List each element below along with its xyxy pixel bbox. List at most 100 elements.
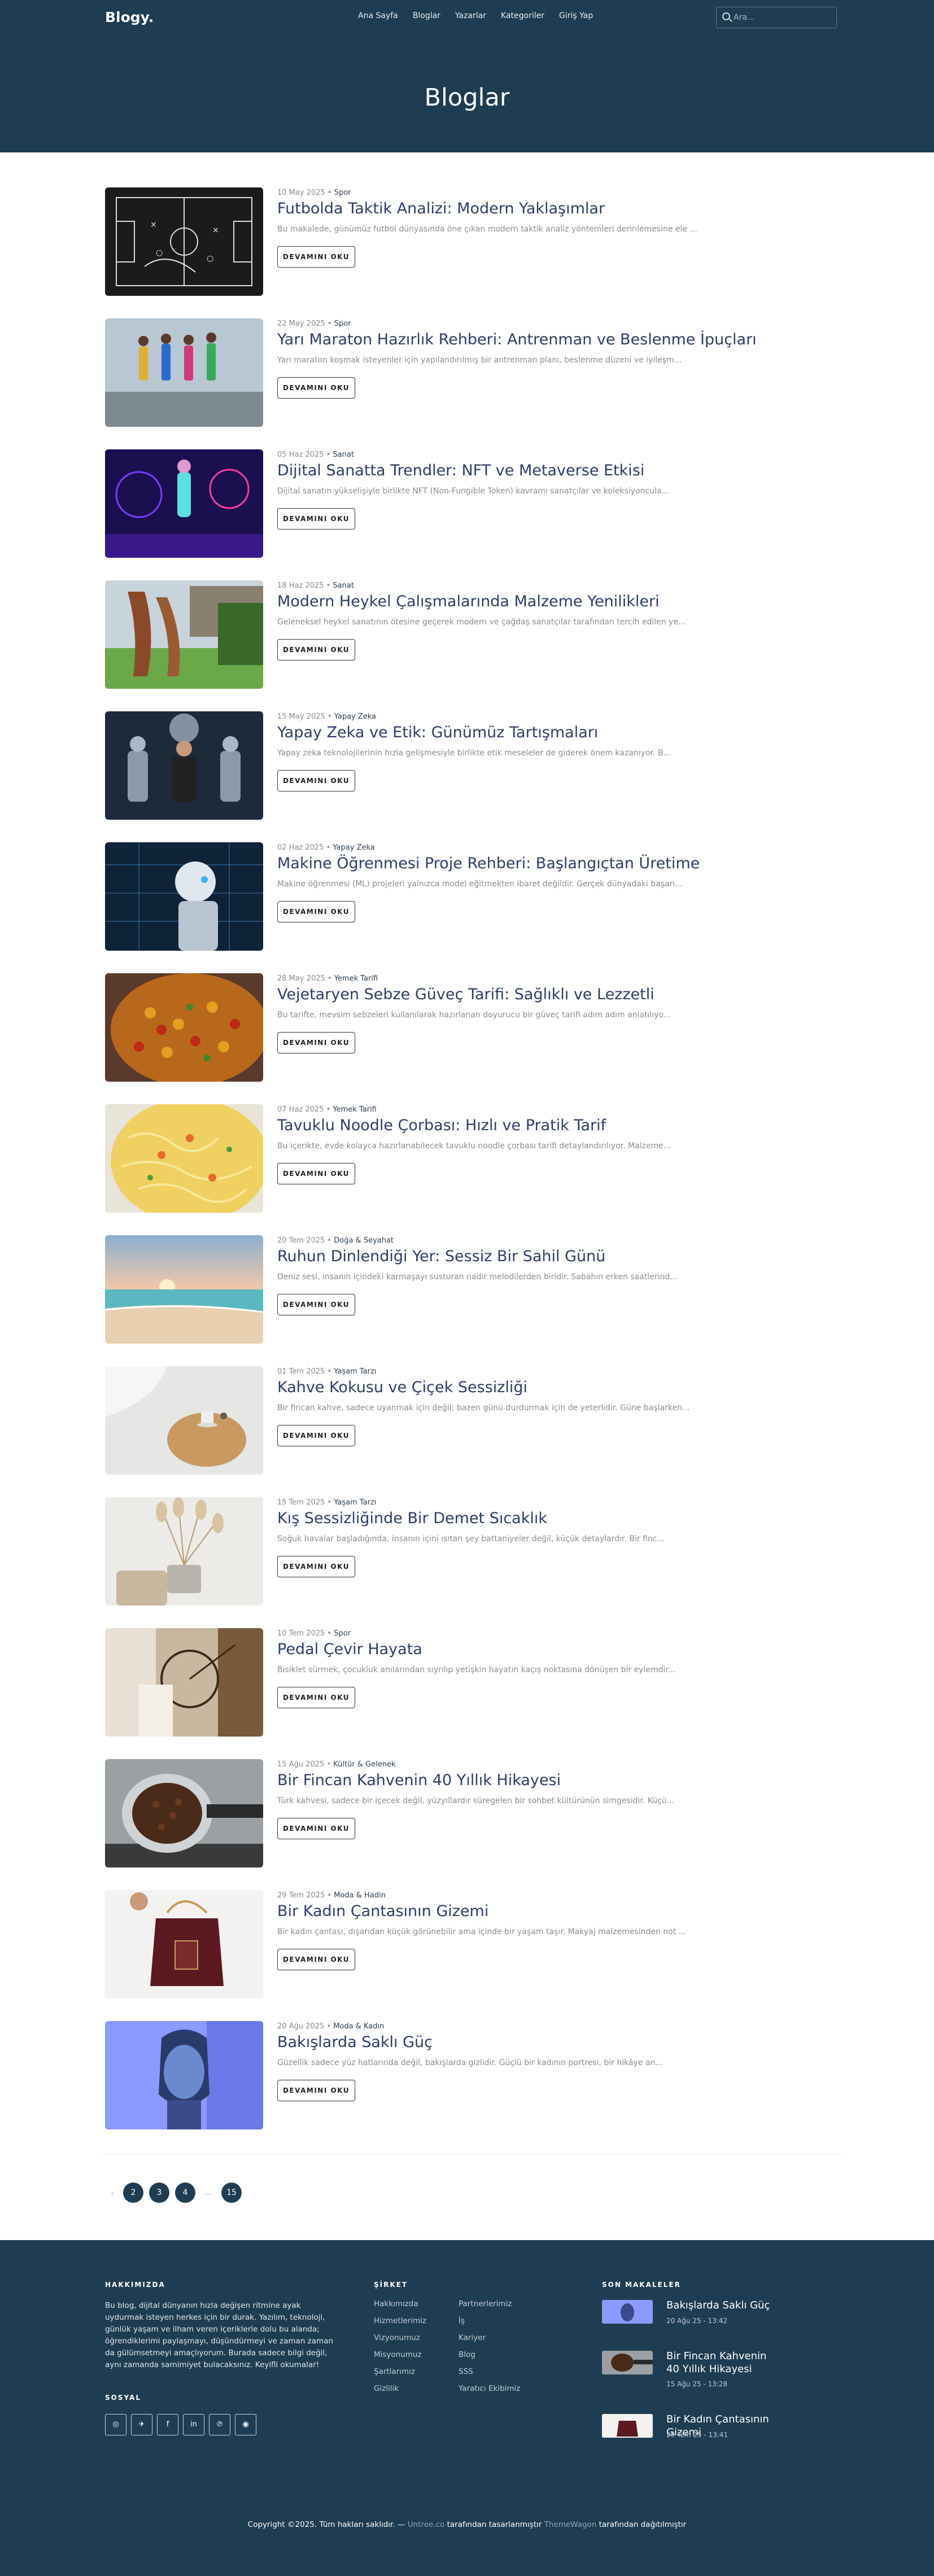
- post-title[interactable]: Tavuklu Noodle Çorbası: Hızlı ve Pratik …: [277, 1117, 606, 1134]
- post-category[interactable]: Sanat: [333, 581, 354, 590]
- read-more-button[interactable]: DEVAMINI OKU: [277, 1294, 355, 1315]
- pinterest-icon[interactable]: ℗: [209, 2414, 230, 2435]
- post-category[interactable]: Moda & Kadın: [333, 2022, 384, 2031]
- post-title[interactable]: Bakışlarda Saklı Güç: [277, 2033, 433, 2051]
- post-category[interactable]: Yemek Tarifi: [333, 1105, 376, 1114]
- recent-post-item[interactable]: Bir Fincan Kahvenin 40 Yıllık Hikayesi 1…: [602, 2350, 788, 2396]
- post-title[interactable]: Modern Heykel Çalışmalarında Malzeme Yen…: [277, 593, 660, 610]
- post-category[interactable]: Yemek Tarifi: [334, 974, 378, 983]
- footer-link[interactable]: Blog: [459, 2351, 520, 2359]
- footer-link[interactable]: Gizlilik: [374, 2385, 426, 2393]
- post-image[interactable]: [105, 1759, 263, 1868]
- post-category[interactable]: Kültür & Gelenek: [333, 1760, 395, 1769]
- untree-link[interactable]: Untree.co: [408, 2520, 445, 2529]
- post-image[interactable]: × ○ × ○: [105, 187, 263, 296]
- read-more-button[interactable]: DEVAMINI OKU: [277, 1949, 355, 1970]
- post-image[interactable]: [105, 1890, 263, 1998]
- post-category[interactable]: Sanat: [333, 451, 354, 459]
- prev-page-button[interactable]: ‹: [111, 2188, 117, 2198]
- page-button[interactable]: 4: [175, 2183, 195, 2203]
- post-category[interactable]: Doğa & Seyahat: [334, 1236, 394, 1245]
- post-image[interactable]: [105, 449, 263, 558]
- linkedin-icon[interactable]: in: [183, 2414, 204, 2435]
- read-more-button[interactable]: DEVAMINI OKU: [277, 1687, 355, 1708]
- post-image[interactable]: [105, 318, 263, 427]
- post-image[interactable]: [105, 973, 263, 1082]
- post-category[interactable]: Spor: [334, 1629, 351, 1638]
- post-category[interactable]: Yapay Zeka: [334, 712, 376, 721]
- footer-link[interactable]: Kariyer: [459, 2334, 520, 2342]
- page-button[interactable]: 2: [123, 2183, 143, 2203]
- post-image[interactable]: [105, 711, 263, 820]
- search-input[interactable]: [734, 11, 833, 24]
- post-image[interactable]: [105, 1366, 263, 1475]
- search-icon[interactable]: [722, 12, 730, 20]
- dribbble-icon[interactable]: ◉: [235, 2414, 256, 2435]
- post-title[interactable]: Bir Fincan Kahvenin 40 Yıllık Hikayesi: [277, 1772, 561, 1789]
- recent-post-image[interactable]: [602, 2300, 653, 2324]
- post-title[interactable]: Makine Öğrenmesi Proje Rehberi: Başlangı…: [277, 855, 700, 872]
- recent-post-title[interactable]: Bakışlarda Saklı Güç: [666, 2299, 779, 2312]
- footer-link[interactable]: Vizyonumuz: [374, 2334, 426, 2342]
- read-more-button[interactable]: DEVAMINI OKU: [277, 1818, 355, 1839]
- footer-link[interactable]: Şartlarımız: [374, 2368, 426, 2376]
- footer-link[interactable]: Yaratıcı Ekibimiz: [459, 2385, 520, 2393]
- post-category[interactable]: Yaşam Tarzı: [334, 1498, 376, 1507]
- read-more-button[interactable]: DEVAMINI OKU: [277, 1163, 355, 1184]
- read-more-button[interactable]: DEVAMINI OKU: [277, 770, 355, 791]
- footer-link[interactable]: Hizmetlerimiz: [374, 2317, 426, 2325]
- footer-link[interactable]: Hakkımızda: [374, 2300, 426, 2308]
- post-image[interactable]: [105, 1628, 263, 1737]
- post-category[interactable]: Yaşam Tarzı: [334, 1367, 376, 1376]
- read-more-button[interactable]: DEVAMINI OKU: [277, 2080, 355, 2101]
- post-category[interactable]: Moda & Hadin: [334, 1891, 386, 1900]
- nav-item-home[interactable]: Ana Sayfa: [358, 11, 398, 20]
- facebook-icon[interactable]: f: [157, 2414, 178, 2435]
- post-image[interactable]: [105, 1104, 263, 1213]
- read-more-button[interactable]: DEVAMINI OKU: [277, 246, 355, 268]
- post-image[interactable]: [105, 842, 263, 951]
- read-more-button[interactable]: DEVAMINI OKU: [277, 1556, 355, 1577]
- recent-post-item[interactable]: Bakışlarda Saklı Güç 20 Ağu 25 - 13:42: [602, 2299, 788, 2334]
- post-title[interactable]: Dijital Sanatta Trendler: NFT ve Metaver…: [277, 462, 644, 479]
- post-title[interactable]: Bir Kadın Çantasının Gizemi: [277, 1903, 488, 1920]
- read-more-button[interactable]: DEVAMINI OKU: [277, 377, 355, 399]
- post-image[interactable]: [105, 1235, 263, 1344]
- post-image[interactable]: [105, 1497, 263, 1606]
- footer-link[interactable]: Misyonumuz: [374, 2351, 426, 2359]
- post-title[interactable]: Futbolda Taktik Analizi: Modern Yaklaşım…: [277, 200, 605, 217]
- recent-post-title[interactable]: Bir Fincan Kahvenin 40 Yıllık Hikayesi: [666, 2350, 779, 2376]
- read-more-button[interactable]: DEVAMINI OKU: [277, 1425, 355, 1446]
- post-category[interactable]: Spor: [334, 320, 351, 328]
- read-more-button[interactable]: DEVAMINI OKU: [277, 508, 355, 530]
- page-button[interactable]: 3: [149, 2183, 169, 2203]
- post-title[interactable]: Ruhun Dinlendiği Yer: Sessiz Bir Sahil G…: [277, 1248, 605, 1265]
- site-logo[interactable]: Blogy.: [105, 9, 154, 25]
- post-image[interactable]: [105, 580, 263, 689]
- footer-link[interactable]: SSS: [459, 2368, 520, 2376]
- themewagon-link[interactable]: ThemeWagon: [544, 2520, 597, 2529]
- read-more-button[interactable]: DEVAMINI OKU: [277, 901, 355, 922]
- nav-item-categories[interactable]: Kategoriler: [501, 11, 544, 20]
- post-category[interactable]: Yapay Zeka: [333, 843, 374, 852]
- instagram-icon[interactable]: ◎: [105, 2414, 126, 2435]
- twitter-icon[interactable]: ✈: [131, 2414, 152, 2435]
- post-title[interactable]: Kahve Kokusu ve Çiçek Sessizliği: [277, 1379, 527, 1396]
- nav-item-authors[interactable]: Yazarlar: [455, 11, 486, 20]
- footer-link[interactable]: İş: [459, 2317, 520, 2325]
- post-title[interactable]: Kış Sessizliğinde Bir Demet Sıcaklık: [277, 1510, 547, 1527]
- post-category[interactable]: Spor: [334, 189, 351, 197]
- post-title[interactable]: Vejetaryen Sebze Güveç Tarifi: Sağlıklı …: [277, 986, 654, 1003]
- post-title[interactable]: Yapay Zeka ve Etik: Günümüz Tartışmaları: [277, 724, 598, 741]
- recent-post-image[interactable]: [602, 2351, 653, 2374]
- post-title[interactable]: Yarı Maraton Hazırlık Rehberi: Antrenman…: [277, 331, 757, 348]
- footer-link[interactable]: Partnerlerimiz: [459, 2300, 520, 2308]
- last-page-button[interactable]: 15: [221, 2183, 242, 2203]
- recent-post-image[interactable]: [602, 2414, 653, 2438]
- post-image[interactable]: [105, 2021, 263, 2129]
- read-more-button[interactable]: DEVAMINI OKU: [277, 1032, 355, 1053]
- recent-post-item[interactable]: Bir Kadın Çantasının Gizemi 29 Tem 25 - …: [602, 2413, 788, 2448]
- post-title[interactable]: Pedal Çevir Hayata: [277, 1641, 422, 1658]
- read-more-button[interactable]: DEVAMINI OKU: [277, 639, 355, 661]
- nav-item-blogs[interactable]: Bloglar: [413, 11, 440, 20]
